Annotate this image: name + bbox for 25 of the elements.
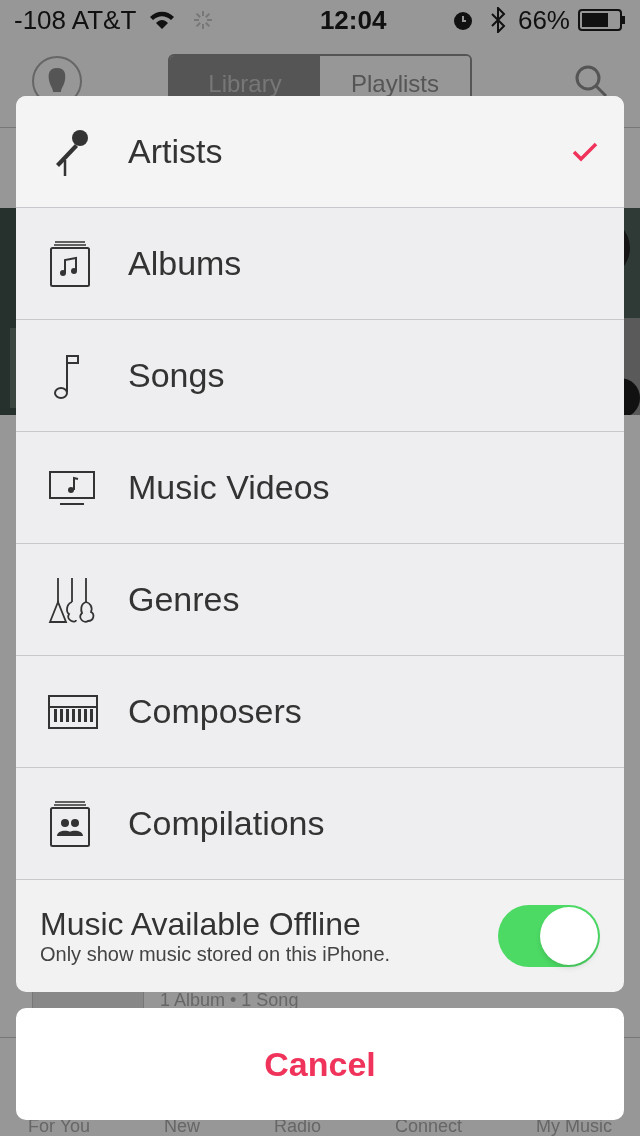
album-stack-icon [48,239,92,288]
bluetooth-icon [489,7,506,33]
time-text: 12:04 [319,3,387,37]
offline-subtitle: Only show music stored on this iPhone. [40,942,391,966]
carrier-text: -108 AT&T [14,3,137,37]
battery-icon [578,9,626,31]
menu-item[interactable]: Artists [16,96,624,208]
offline-title: Music Available Offline [40,906,362,942]
loading-icon [192,9,215,31]
keyboard-icon [48,694,98,729]
menu-item[interactable]: Music Videos [16,432,624,544]
cancel-button[interactable]: Cancel [16,1008,624,1120]
checkmark-icon [572,141,598,162]
wifi-icon [148,10,177,30]
menu-item[interactable]: Compilations [16,768,624,880]
guitars-icon [48,575,96,624]
alarm-icon [451,9,474,31]
menu-item[interactable]: Composers [16,656,624,768]
search-icon[interactable] [574,64,608,98]
album-people-icon [48,799,92,848]
menu-item[interactable]: Genres [16,544,624,656]
menu-item[interactable]: Songs [16,320,624,432]
battery-percent: 66% [517,3,570,37]
menu-item[interactable]: Albums [16,208,624,320]
offline-toggle[interactable] [498,905,600,967]
